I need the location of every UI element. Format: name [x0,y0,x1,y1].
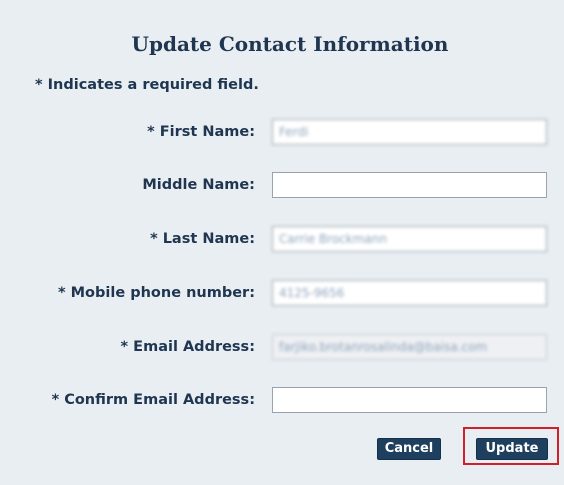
first-name-label: * First Name: [147,124,255,140]
dialog-title: Update Contact Information [131,32,449,56]
update-contact-dialog: Update Contact Information * Indicates a… [0,0,564,485]
cancel-button[interactable]: Cancel [377,438,441,460]
update-button[interactable]: Update [476,438,548,460]
required-field-note: * Indicates a required field. [35,77,259,93]
last-name-label: * Last Name: [150,231,255,247]
last-name-input[interactable] [272,226,547,252]
first-name-input[interactable] [272,119,547,145]
confirm-email-label: * Confirm Email Address: [51,392,255,408]
email-address-label: * Email Address: [120,339,255,355]
confirm-email-input[interactable] [272,387,547,413]
mobile-phone-input[interactable] [272,280,547,306]
email-address-input[interactable] [272,334,547,360]
middle-name-label: Middle Name: [142,177,255,193]
mobile-phone-label: * Mobile phone number: [57,285,255,301]
middle-name-input[interactable] [272,172,547,198]
